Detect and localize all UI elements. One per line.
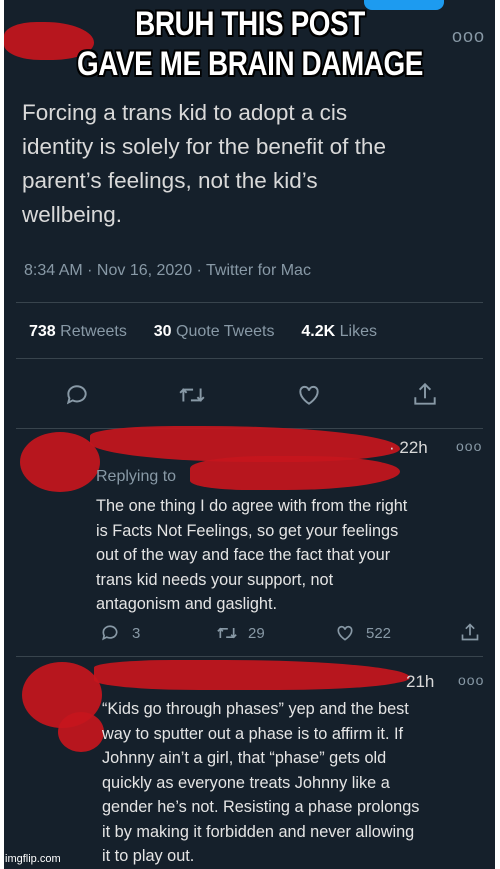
quote-tweets-stat[interactable]: 30 Quote Tweets: [154, 323, 275, 340]
reply-line: quickly as everyone treats Johnny like a: [102, 773, 390, 792]
main-tweet-text: Forcing a trans kid to adopt a cis ident…: [22, 96, 386, 232]
reply-line: is Facts Not Feelings, so get your feeli…: [96, 521, 399, 540]
reply-line: antagonism and gaslight.: [96, 595, 278, 613]
like-count: 522: [366, 625, 392, 642]
share-icon[interactable]: [460, 621, 480, 643]
retweets-stat[interactable]: 738 Retweets: [29, 323, 127, 340]
divider: [16, 302, 483, 303]
tweet-line: wellbeing.: [22, 202, 123, 227]
redaction-scribble: [94, 660, 410, 690]
reply-line: trans kid needs your support, not: [96, 570, 334, 589]
redaction-scribble: [58, 712, 104, 752]
tweet-timestamp[interactable]: 8:34 AM · Nov 16, 2020 · Twitter for Mac: [24, 262, 311, 280]
likes-count: 4.2K: [301, 323, 336, 340]
retweets-label: Retweets: [60, 323, 127, 340]
caption-line: GAVE ME BRAIN DAMAGE: [76, 45, 423, 83]
retweet-icon[interactable]: [216, 623, 238, 643]
reply-line: it to play out.: [102, 847, 195, 865]
tweet-line: parent’s feelings, not the kid’s: [22, 168, 318, 193]
meme-caption: BRUH THIS POST GAVE ME BRAIN DAMAGE: [45, 0, 455, 84]
reply-line: The one thing I do agree with from the r…: [96, 497, 408, 515]
likes-stat[interactable]: 4.2K Likes: [301, 323, 377, 340]
reply-count: 3: [132, 625, 141, 642]
tweet-screenshot: ooo Forcing a trans kid to adopt a cis i…: [4, 0, 495, 869]
divider: [16, 358, 483, 359]
reply-line: way to sputter out a phase is to affirm …: [102, 724, 404, 743]
redaction-scribble: [190, 456, 400, 490]
divider: [16, 656, 483, 657]
retweet-icon[interactable]: [178, 382, 206, 408]
reply-icon[interactable]: [100, 623, 120, 643]
avatar: [20, 432, 100, 492]
reply-line: out of the way and face the fact that yo…: [96, 546, 391, 564]
like-icon[interactable]: [296, 382, 322, 408]
tweet-stats: 738 Retweets 30 Quote Tweets 4.2K Likes: [29, 323, 377, 341]
reply-text: “Kids go through phases” yep and the bes…: [102, 697, 419, 869]
retweet-count: 29: [248, 625, 265, 642]
watermark: imgflip.com: [5, 853, 61, 865]
reply-text: The one thing I do agree with from the r…: [96, 494, 407, 617]
reply-line: gender he’s not. Resisting a phase prolo…: [102, 798, 420, 816]
reply-time[interactable]: · 22h: [389, 438, 428, 458]
more-icon[interactable]: ooo: [456, 438, 482, 454]
tweet-line: Forcing a trans kid to adopt a cis: [22, 100, 348, 125]
retweets-count: 738: [29, 323, 56, 340]
share-icon[interactable]: [412, 380, 438, 408]
quote-label: Quote Tweets: [176, 323, 275, 340]
tweet-line: identity is solely for the benefit of th…: [22, 134, 386, 159]
reply-line: “Kids go through phases” yep and the bes…: [102, 700, 409, 718]
reply-line: it by making it forbidden and never allo…: [102, 822, 415, 841]
like-icon[interactable]: [334, 623, 356, 643]
replying-to-label: Replying to: [96, 468, 177, 485]
reply-line: Johnny ain’t a girl, that “phase” gets o…: [102, 749, 387, 767]
reply-time[interactable]: 21h: [406, 672, 434, 692]
likes-label: Likes: [339, 323, 377, 340]
caption-line: BRUH THIS POST: [135, 5, 365, 43]
more-icon[interactable]: ooo: [458, 672, 484, 688]
more-icon[interactable]: ooo: [452, 26, 485, 47]
quote-count: 30: [153, 323, 172, 340]
reply-icon[interactable]: [64, 382, 90, 408]
